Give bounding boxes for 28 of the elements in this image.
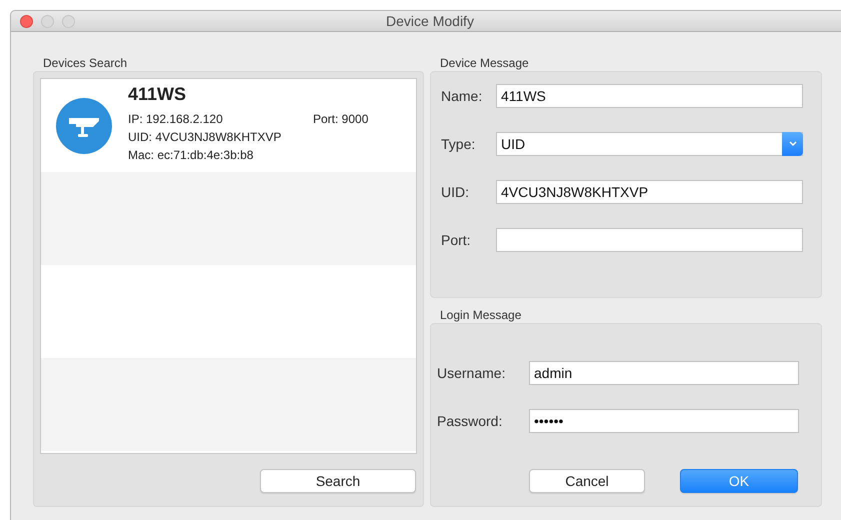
device-mac: Mac: ec:71:db:4e:3b:b8: [128, 147, 254, 164]
cancel-button[interactable]: Cancel: [529, 469, 645, 493]
input-field[interactable]: 411WS: [496, 84, 803, 108]
close-button[interactable]: [20, 15, 33, 28]
input-field[interactable]: admin: [529, 361, 799, 385]
camera-icon: [56, 98, 112, 154]
minimize-button[interactable]: [41, 15, 54, 28]
search-button[interactable]: Search: [260, 469, 416, 493]
field-label: Port:: [441, 230, 472, 250]
window-title: Device Modify: [386, 13, 474, 29]
input-field[interactable]: ••••••: [529, 409, 799, 433]
input-field[interactable]: [496, 228, 803, 252]
caret-icon: [789, 141, 797, 147]
device-name: 411WS: [128, 83, 188, 105]
input-field[interactable]: 4VCU3NJ8W8KHTXVP: [496, 180, 803, 204]
zoom-button[interactable]: [62, 15, 75, 28]
group-title: Login Message: [440, 308, 522, 322]
field-label: Username:: [437, 364, 506, 382]
group-title: Devices Search: [43, 56, 128, 70]
device-uid: UID: 4VCU3NJ8W8KHTXVP: [128, 129, 282, 146]
group-title: Device Message: [440, 56, 529, 70]
type-dropdown[interactable]: UID: [496, 132, 803, 156]
field-label: UID:: [441, 182, 470, 202]
field-label: Name:: [441, 86, 484, 106]
field-label: Password:: [437, 412, 504, 430]
device-port: Port: 9000: [313, 111, 368, 128]
field-label: Type:: [441, 134, 476, 154]
device-ip: IP: 192.168.2.120: [128, 111, 224, 128]
